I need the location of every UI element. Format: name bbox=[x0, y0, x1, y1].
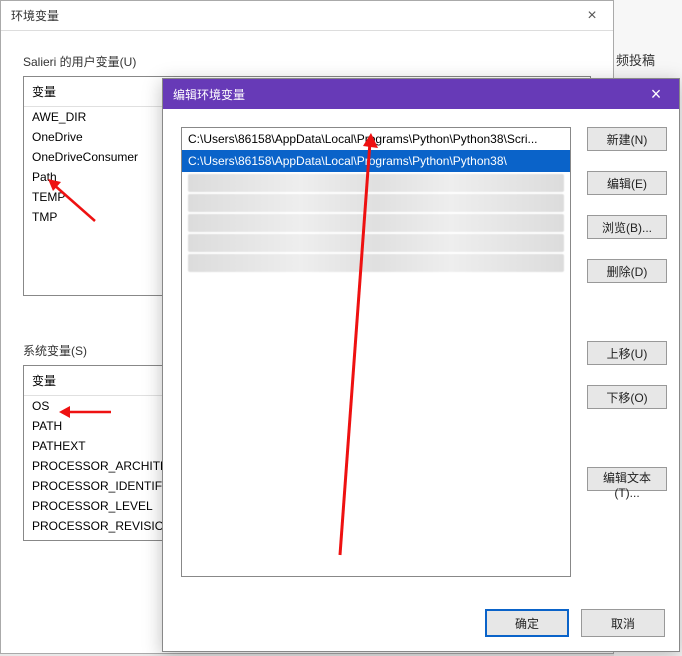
list-item[interactable] bbox=[188, 254, 564, 272]
env-window-titlebar: 环境变量 × bbox=[1, 1, 613, 31]
edit-text-button[interactable]: 编辑文本(T)... bbox=[587, 467, 667, 491]
close-icon[interactable]: × bbox=[633, 79, 679, 109]
user-vars-label: Salieri 的用户变量(U) bbox=[23, 53, 613, 70]
list-item[interactable] bbox=[188, 214, 564, 232]
edit-button[interactable]: 编辑(E) bbox=[587, 171, 667, 195]
list-item[interactable] bbox=[188, 174, 564, 192]
move-down-button[interactable]: 下移(O) bbox=[587, 385, 667, 409]
move-up-button[interactable]: 上移(U) bbox=[587, 341, 667, 365]
ok-button[interactable]: 确定 bbox=[485, 609, 569, 637]
cancel-button[interactable]: 取消 bbox=[581, 609, 665, 637]
edit-env-var-dialog: 编辑环境变量 × C:\Users\86158\AppData\Local\Pr… bbox=[162, 78, 680, 652]
delete-button[interactable]: 删除(D) bbox=[587, 259, 667, 283]
env-window-title: 环境变量 bbox=[11, 9, 59, 23]
side-buttons: 新建(N) 编辑(E) 浏览(B)... 删除(D) 上移(U) 下移(O) 编… bbox=[587, 127, 667, 502]
close-icon[interactable]: × bbox=[571, 1, 613, 31]
modal-footer: 确定 取消 bbox=[485, 609, 665, 637]
list-item[interactable] bbox=[188, 234, 564, 252]
list-item[interactable] bbox=[188, 194, 564, 212]
browse-button[interactable]: 浏览(B)... bbox=[587, 215, 667, 239]
list-item[interactable]: C:\Users\86158\AppData\Local\Programs\Py… bbox=[182, 128, 570, 150]
modal-titlebar: 编辑环境变量 × bbox=[163, 79, 679, 109]
new-button[interactable]: 新建(N) bbox=[587, 127, 667, 151]
list-item[interactable]: C:\Users\86158\AppData\Local\Programs\Py… bbox=[182, 150, 570, 172]
modal-title: 编辑环境变量 bbox=[173, 86, 245, 103]
values-listbox[interactable]: C:\Users\86158\AppData\Local\Programs\Py… bbox=[181, 127, 571, 577]
